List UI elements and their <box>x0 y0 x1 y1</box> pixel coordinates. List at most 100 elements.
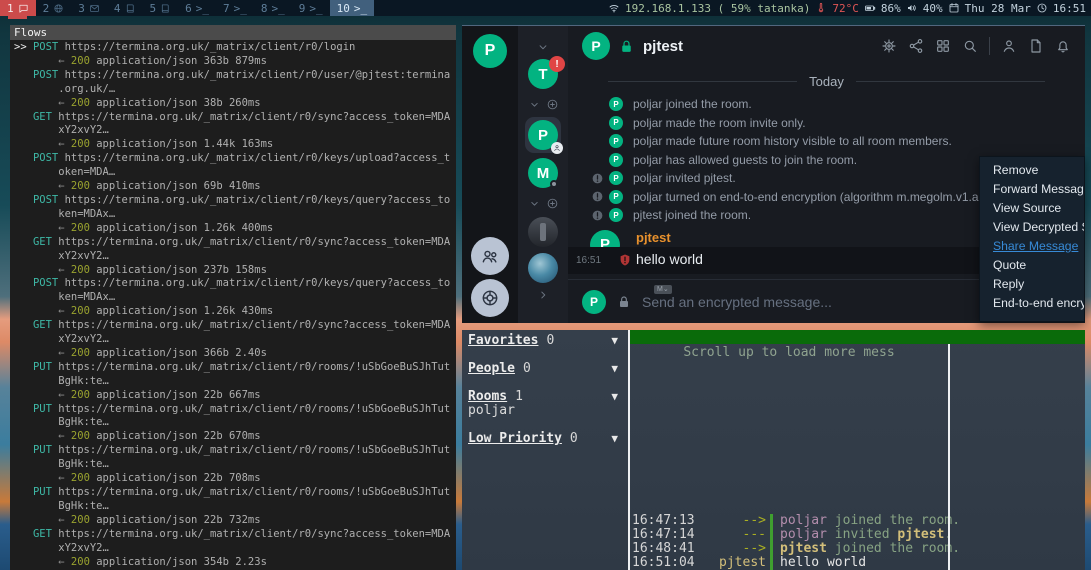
buffer-item-poljar[interactable]: poljar <box>462 404 628 418</box>
buffer-section-low-priority[interactable]: Low Priority0▼ <box>462 432 628 446</box>
workspace-button-1[interactable]: 1 <box>0 0 36 16</box>
chevron-down-icon[interactable] <box>528 197 541 210</box>
settings-icon[interactable] <box>881 38 897 54</box>
flows-title: Flows <box>10 25 456 40</box>
room-list-item[interactable]: P <box>525 117 561 153</box>
workspace-button-9[interactable]: 9>_ <box>292 0 330 16</box>
community-icon[interactable] <box>935 38 951 54</box>
flow-line[interactable]: ← 200 application/json 38b 260ms <box>14 97 456 111</box>
flow-line[interactable]: GET https://termina.org.uk/_matrix/clien… <box>14 111 456 125</box>
add-room-icon[interactable] <box>546 197 559 210</box>
flow-line[interactable]: ← 200 application/json 237b 158ms <box>14 264 456 278</box>
flow-line[interactable]: ← 200 application/json 69b 410ms <box>14 180 456 194</box>
flow-line[interactable]: PUT https://termina.org.uk/_matrix/clien… <box>14 361 456 375</box>
lifebuoy-icon <box>480 288 500 308</box>
workspace-button-5[interactable]: 5 <box>143 0 179 16</box>
flow-line[interactable]: xY2xvY2… <box>14 250 456 264</box>
flow-line[interactable]: >> POST https://termina.org.uk/_matrix/c… <box>14 41 456 55</box>
chevron-down-icon[interactable] <box>528 98 541 111</box>
flow-line[interactable]: GET https://termina.org.uk/_matrix/clien… <box>14 236 456 250</box>
menu-item-view-source[interactable]: View Source <box>980 199 1084 218</box>
collapse-arrow-icon[interactable]: ▼ <box>611 390 618 404</box>
markdown-badge[interactable]: M⌄ <box>654 285 672 294</box>
room-list-item[interactable]: M <box>528 158 558 188</box>
room-list-item[interactable] <box>528 253 558 283</box>
workspace-button-2[interactable]: 2 <box>36 0 72 16</box>
flow-line[interactable]: xY2xvY2… <box>14 124 456 138</box>
menu-item-reply[interactable]: Reply <box>980 275 1084 294</box>
explore-button[interactable] <box>471 279 509 317</box>
buffer-section-people[interactable]: People0▼ <box>462 362 628 376</box>
flow-line[interactable]: xY2xvY2… <box>14 333 456 347</box>
workspace-button-7[interactable]: 7>_ <box>216 0 254 16</box>
workspace-button-6[interactable]: 6>_ <box>178 0 216 16</box>
flow-line[interactable]: ← 200 application/json 22b 667ms <box>14 389 456 403</box>
menu-item-share-message[interactable]: Share Message <box>980 237 1084 256</box>
flow-line[interactable]: ← 200 application/json 22b 708ms <box>14 472 456 486</box>
flow-line[interactable]: ← 200 application/json 1.44k 163ms <box>14 138 456 152</box>
flow-line[interactable]: POST https://termina.org.uk/_matrix/clie… <box>14 277 456 291</box>
flow-line[interactable]: POST https://termina.org.uk/_matrix/clie… <box>14 152 456 166</box>
files-icon[interactable] <box>1028 38 1044 54</box>
flow-line[interactable]: .org.uk/… <box>14 83 456 97</box>
menu-item-quote[interactable]: Quote <box>980 256 1084 275</box>
user-avatar[interactable]: P <box>473 34 507 68</box>
chevron-right-icon[interactable] <box>536 288 550 302</box>
flow-line[interactable]: xY2xvY2… <box>14 542 456 556</box>
collapse-arrow-icon[interactable]: ▼ <box>611 334 618 348</box>
flow-line[interactable]: BgHk:te… <box>14 416 456 430</box>
collapse-arrow-icon[interactable]: ▼ <box>611 432 618 446</box>
flow-line[interactable]: BgHk:te… <box>14 458 456 472</box>
share-icon[interactable] <box>908 38 924 54</box>
workspace-button-4[interactable]: 4 <box>107 0 143 16</box>
flow-line[interactable]: BgHk:te… <box>14 375 456 389</box>
flow-line[interactable]: PUT https://termina.org.uk/_matrix/clien… <box>14 486 456 500</box>
chat-line: 16:47:13-->poljar joined the room. <box>630 514 948 528</box>
spacer <box>462 376 628 390</box>
workspace-button-8[interactable]: 8>_ <box>254 0 292 16</box>
flow-line[interactable]: ken=MDAx… <box>14 208 456 222</box>
buffer-section-favorites[interactable]: Favorites0▼ <box>462 334 628 348</box>
workspace-button-10[interactable]: 10>_ <box>330 0 375 16</box>
flow-line[interactable]: ← 200 application/json 366b 2.40s <box>14 347 456 361</box>
menu-item-end-to-end-encry[interactable]: End-to-end encry <box>980 294 1084 313</box>
system-message-text: pjtest joined the room. <box>633 208 751 222</box>
system-message-text: poljar joined the room. <box>633 97 752 111</box>
flow-line[interactable]: ← 200 application/json 363b 879ms <box>14 55 456 69</box>
flow-line[interactable]: ← 200 application/json 1.26k 400ms <box>14 222 456 236</box>
header-divider <box>989 37 990 55</box>
search-icon[interactable] <box>962 38 978 54</box>
flow-line[interactable]: ken=MDAx… <box>14 291 456 305</box>
workspace-button-3[interactable]: 3 <box>71 0 107 16</box>
workspace-number: 5 <box>150 2 157 15</box>
flow-line[interactable]: ← 200 application/json 22b 670ms <box>14 430 456 444</box>
message-input[interactable]: Send an encrypted message... <box>642 294 1035 310</box>
flow-line[interactable]: oken=MDA… <box>14 166 456 180</box>
notifications-icon[interactable] <box>1055 38 1071 54</box>
flow-line[interactable]: ← 200 application/json 354b 2.23s <box>14 556 456 570</box>
room-list-item[interactable] <box>528 217 558 247</box>
members-icon[interactable] <box>1001 38 1017 54</box>
flow-line[interactable]: BgHk:te… <box>14 500 456 514</box>
tray-batt: 86% <box>881 2 901 15</box>
flow-line[interactable]: POST https://termina.org.uk/_matrix/clie… <box>14 69 456 83</box>
people-button[interactable] <box>471 237 509 275</box>
chevron-down-icon[interactable] <box>536 40 550 54</box>
menu-item-forward-message[interactable]: Forward Message <box>980 180 1084 199</box>
flow-line[interactable]: PUT https://termina.org.uk/_matrix/clien… <box>14 444 456 458</box>
flow-line[interactable]: GET https://termina.org.uk/_matrix/clien… <box>14 319 456 333</box>
room-list-item[interactable]: T! <box>528 59 558 89</box>
flow-line[interactable]: PUT https://termina.org.uk/_matrix/clien… <box>14 403 456 417</box>
buffer-sidebar: Favorites0▼ People0▼ Rooms1▼poljar Low Prio… <box>462 330 628 570</box>
flow-line[interactable]: GET https://termina.org.uk/_matrix/clien… <box>14 528 456 542</box>
menu-item-view-decrypted-s[interactable]: View Decrypted S <box>980 218 1084 237</box>
room-avatar[interactable]: P <box>582 32 610 60</box>
flow-line[interactable]: ← 200 application/json 22b 732ms <box>14 514 456 528</box>
flow-line[interactable]: POST https://termina.org.uk/_matrix/clie… <box>14 194 456 208</box>
flow-line[interactable]: ← 200 application/json 1.26k 430ms <box>14 305 456 319</box>
line-timestamp: 16:48:41 <box>630 542 694 556</box>
buffer-section-rooms[interactable]: Rooms1▼ <box>462 390 628 404</box>
collapse-arrow-icon[interactable]: ▼ <box>611 362 618 376</box>
menu-item-remove[interactable]: Remove <box>980 161 1084 180</box>
add-room-icon[interactable] <box>546 98 559 111</box>
